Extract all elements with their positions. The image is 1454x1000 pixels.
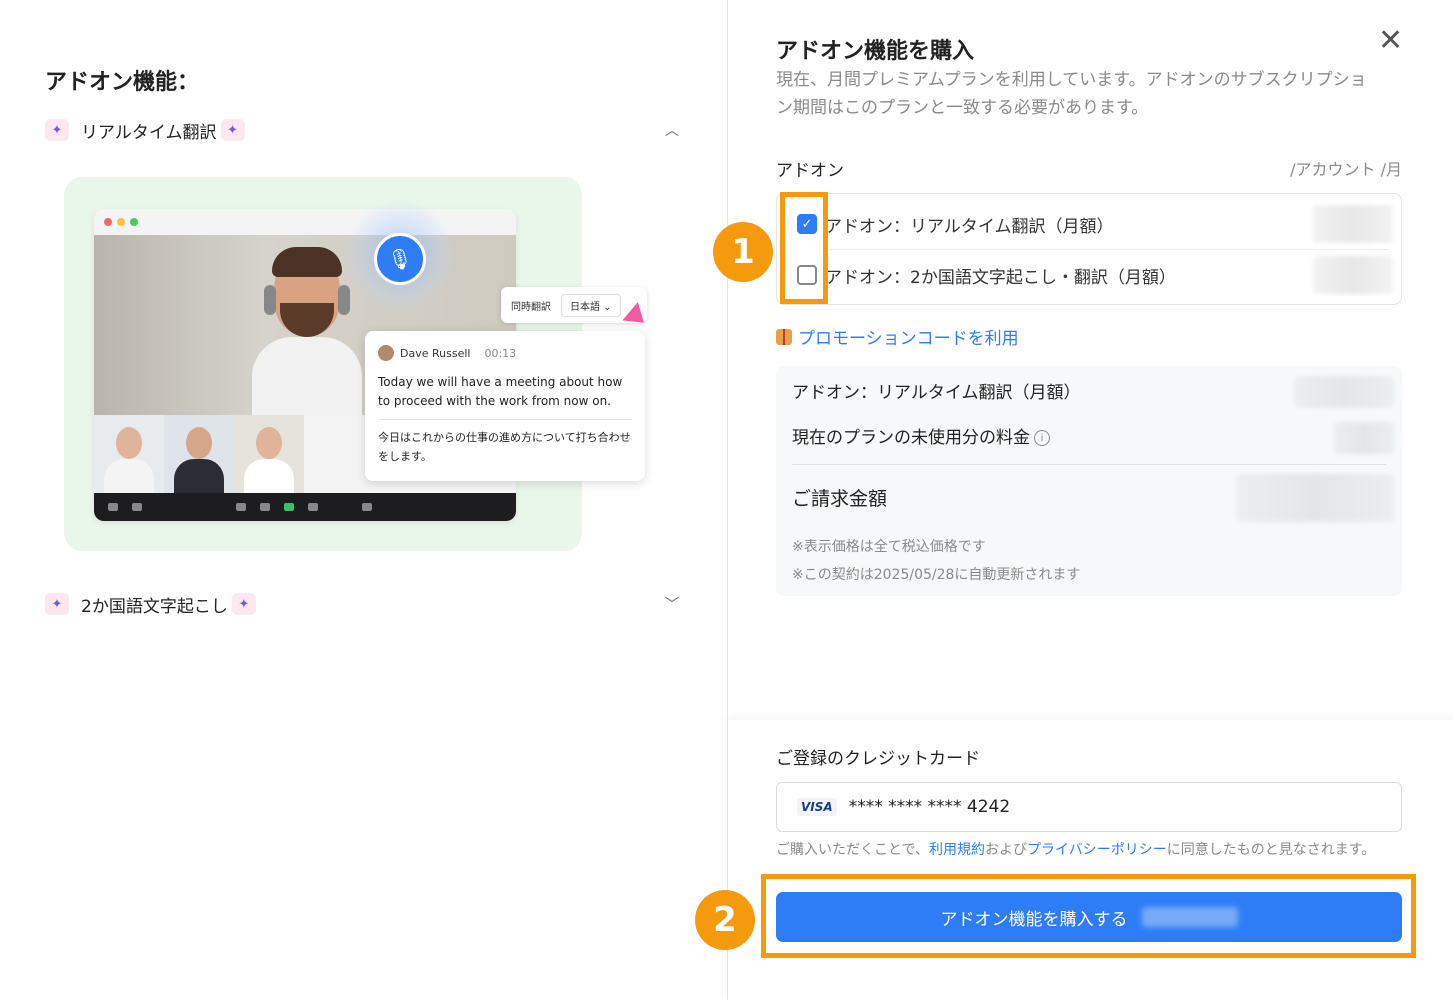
plan-description: 現在、月間プレミアムプランを利用しています。アドオンのサブスクリプション期間はこ… xyxy=(776,70,1367,118)
close-icon[interactable]: ✕ xyxy=(1378,26,1403,56)
feature-label: 2か国語文字起こし xyxy=(81,596,228,617)
promo-label: プロモーションコードを利用 xyxy=(798,329,1019,349)
addon-option-bilingual-transcription[interactable]: アドオン：2か国語文字起こし・翻訳（月額） xyxy=(777,250,1403,300)
feature-item-bilingual-transcription[interactable]: ✦ 2か国語文字起こし ✦ ﹀ xyxy=(45,590,685,618)
summary-credit-blurred xyxy=(1334,422,1394,454)
privacy-policy-link[interactable]: プライバシーポリシー xyxy=(1027,842,1167,858)
card-number: **** **** **** 4242 xyxy=(848,797,1011,817)
tax-note: ※表示価格は全て税込価格です xyxy=(792,539,986,555)
price-unit: /アカウント /月 xyxy=(1290,160,1402,179)
dialog-title: アドオン機能を購入 xyxy=(776,39,975,64)
translate-label: 同時翻訳 xyxy=(511,301,551,313)
sparkle-icon: ✦ xyxy=(45,119,69,141)
speaker-figure xyxy=(252,245,362,417)
chevron-up-icon[interactable]: ︿ xyxy=(665,120,679,140)
summary-line-unused: 現在のプランの未使用分の料金 i xyxy=(792,423,1050,448)
addon-header: アドオン /アカウント /月 xyxy=(776,156,1402,181)
addon-price-blurred xyxy=(1313,256,1393,294)
feature-label: リアルタイム翻訳 xyxy=(81,122,217,143)
feature-item-realtime-translation[interactable]: ✦ リアルタイム翻訳 ✦ ︿ xyxy=(45,116,685,144)
gift-icon xyxy=(776,328,792,345)
visa-icon: VISA xyxy=(797,798,837,816)
addon-header-label: アドオン xyxy=(776,161,844,181)
summary-total-label: ご請求金額 xyxy=(792,488,888,510)
sparkle-icon: ✦ xyxy=(220,119,245,141)
payment-section: ご登録のクレジットカード VISA **** **** **** 4242 ご購… xyxy=(728,720,1454,1000)
info-icon[interactable]: i xyxy=(1034,430,1050,446)
feature-illustration: 🎙 同時翻訳 日本語 ⌄ Dave Russell 00:13 Today we… xyxy=(64,177,652,551)
billing-summary: アドオン：リアルタイム翻訳（月額） 現在のプランの未使用分の料金 i ご請求金額 … xyxy=(776,366,1402,596)
highlight-box-checkboxes xyxy=(780,192,828,304)
summary-price-blurred xyxy=(1294,376,1394,408)
highlight-box-purchase-button xyxy=(761,874,1416,958)
promo-code-link[interactable]: プロモーションコードを利用 xyxy=(776,324,1019,349)
divider xyxy=(792,464,1386,465)
credit-card-label: ご登録のクレジットカード xyxy=(776,749,980,769)
addon-label: アドオン：リアルタイム翻訳（月額） xyxy=(825,216,1114,237)
addon-option-realtime-translation[interactable]: ✓ アドオン：リアルタイム翻訳（月額） xyxy=(777,199,1403,249)
terms-of-service-link[interactable]: 利用規約 xyxy=(929,842,985,858)
video-toolbar xyxy=(94,493,516,521)
speaker-info: Dave Russell 00:13 xyxy=(378,345,632,361)
credit-card-field[interactable]: VISA **** **** **** 4242 xyxy=(776,782,1402,832)
microphone-icon: 🎙 xyxy=(374,233,426,285)
window-controls xyxy=(104,218,138,226)
addon-price-blurred xyxy=(1313,205,1393,243)
feature-preview-panel: アドオン機能： ✦ リアルタイム翻訳 ✦ ︿ 🎙 同時翻訳 日本語 ⌄ Dave… xyxy=(0,0,726,1000)
transcript-en: Today we will have a meeting about how t… xyxy=(378,373,632,420)
addon-list: ✓ アドオン：リアルタイム翻訳（月額） アドオン：2か国語文字起こし・翻訳（月額… xyxy=(776,193,1402,305)
avatar xyxy=(378,345,394,361)
chevron-down-icon[interactable]: ﹀ xyxy=(665,594,679,614)
transcript-jp: 今日はこれからの仕事の進め方について打ち合わせをします。 xyxy=(378,431,631,463)
step-badge-1: 1 xyxy=(713,222,773,282)
transcript-bubble: Dave Russell 00:13 Today we will have a … xyxy=(365,331,645,481)
renewal-note: ※この契約は2025/05/28に自動更新されます xyxy=(792,567,1081,583)
speaker-name: Dave Russell xyxy=(400,346,471,360)
addon-label: アドオン：2か国語文字起こし・翻訳（月額） xyxy=(825,267,1176,288)
language-select: 日本語 ⌄ xyxy=(561,293,621,317)
sparkle-icon: ✦ xyxy=(231,593,256,615)
sparkle-icon: ✦ xyxy=(45,593,69,615)
speaker-time: 00:13 xyxy=(484,346,517,360)
features-title: アドオン機能： xyxy=(45,70,200,95)
purchase-dialog: アドオン機能を購入 ✕ 現在、月間プレミアムプランを利用しています。アドオンのサ… xyxy=(727,0,1454,1000)
step-badge-2: 2 xyxy=(695,890,755,950)
terms-text: ご購入いただくことで、利用規約およびプライバシーポリシーに同意したものと見なされ… xyxy=(776,842,1376,858)
summary-total-blurred xyxy=(1236,474,1394,522)
summary-line-addon: アドオン：リアルタイム翻訳（月額） xyxy=(792,383,1081,403)
